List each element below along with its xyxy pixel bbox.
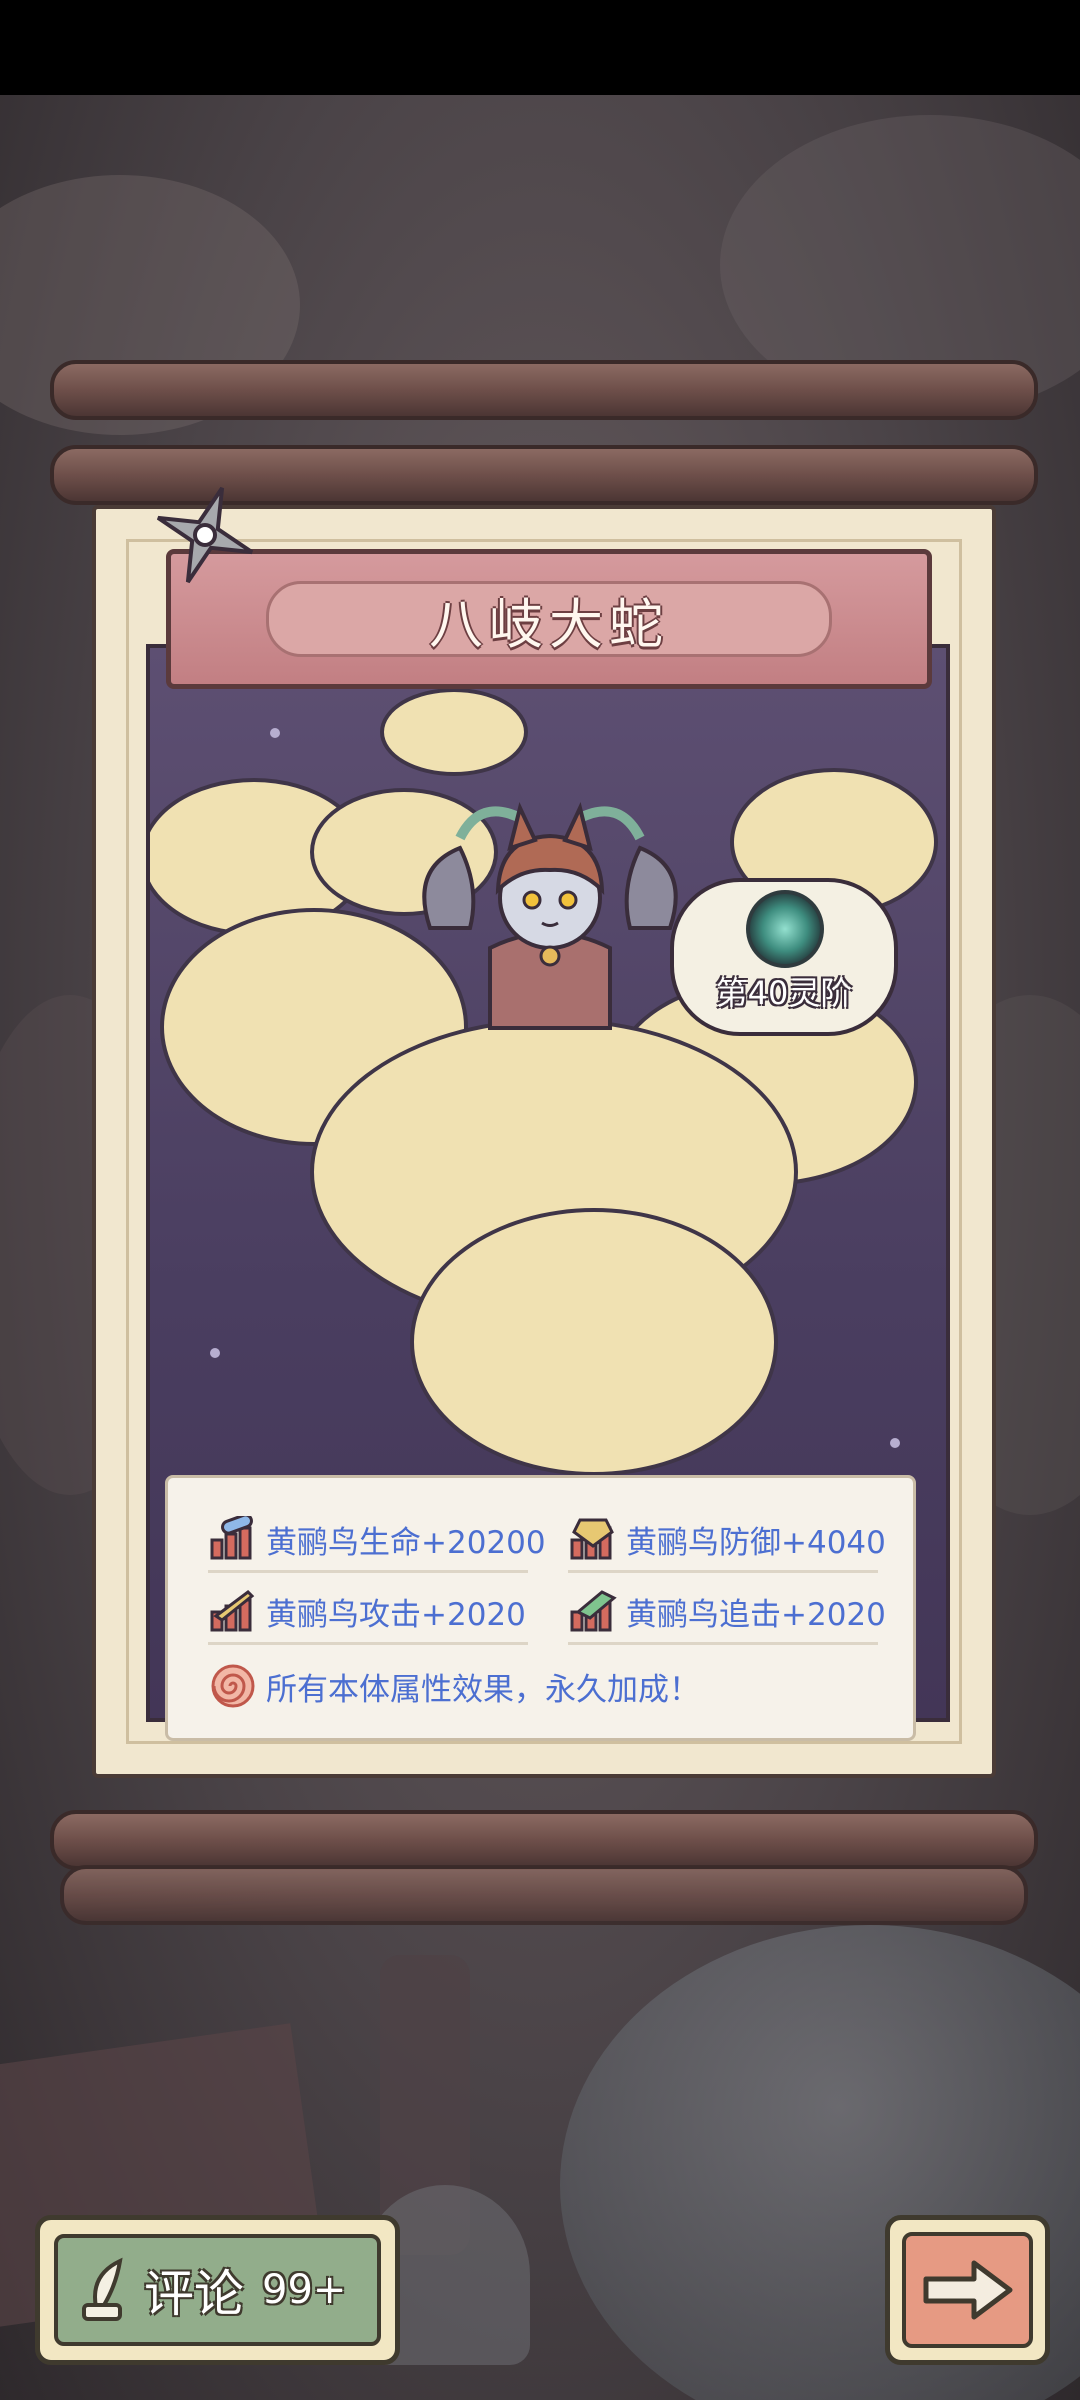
- stat-defense: 黄鹂鸟防御+4040: [568, 1516, 886, 1562]
- tier-label: 第40灵阶: [715, 974, 853, 1012]
- defense-icon: [570, 1518, 614, 1560]
- stat-attack: 黄鹂鸟攻击+2020: [208, 1588, 526, 1634]
- stat-text: 黄鹂鸟防御+4040: [626, 1524, 886, 1561]
- pursuit-icon: [570, 1590, 617, 1632]
- stat-pursuit: 黄鹂鸟追击+2020: [568, 1588, 886, 1634]
- tier-badge: 第40灵阶: [670, 878, 898, 1036]
- scroll-roller-top: [50, 360, 1038, 420]
- divider: [568, 1570, 878, 1573]
- title-banner: 八岐大蛇: [166, 549, 932, 689]
- star-dot: [890, 1438, 900, 1448]
- comment-count: 99+: [262, 2267, 347, 2313]
- scroll-roller-bottom: [50, 1810, 1038, 1870]
- shuriken-icon: [156, 486, 254, 584]
- spirit-orb-icon: [746, 890, 824, 968]
- arrow-right-icon: [923, 2260, 1012, 2320]
- star-dot: [210, 1348, 220, 1358]
- attack-icon: [210, 1590, 255, 1632]
- comment-label: 评论: [144, 2265, 244, 2323]
- quill-icon: [82, 2257, 123, 2321]
- stat-text: 黄鹂鸟攻击+2020: [266, 1596, 526, 1633]
- card-title: 八岐大蛇: [429, 592, 669, 656]
- divider: [568, 1642, 878, 1645]
- next-button-face[interactable]: [902, 2232, 1033, 2348]
- stat-health: 黄鹂鸟生命+20200: [208, 1516, 546, 1562]
- stat-text: 黄鹂鸟追击+2020: [626, 1596, 886, 1633]
- title-plate: 八岐大蛇: [266, 581, 832, 657]
- divider: [208, 1642, 528, 1645]
- cloud-shape: [380, 688, 528, 776]
- stats-panel: 黄鹂鸟生命+20200 黄鹂鸟防御+4040 黄鹂鸟攻击+2020 黄鹂鸟追击+…: [165, 1475, 916, 1741]
- star-dot: [270, 728, 280, 738]
- stat-text: 黄鹂鸟生命+20200: [266, 1524, 546, 1561]
- spiral-icon: [211, 1664, 255, 1708]
- health-icon: [210, 1516, 253, 1560]
- stat-text: 所有本体属性效果，永久加成！: [266, 1671, 700, 1708]
- comment-button[interactable]: 评论 99+: [35, 2215, 400, 2365]
- stat-bonus-note: 所有本体属性效果，永久加成！: [208, 1663, 700, 1709]
- divider: [208, 1570, 528, 1573]
- cloud-shape: [410, 1208, 778, 1476]
- comment-button-face[interactable]: 评论 99+: [54, 2234, 381, 2346]
- next-button[interactable]: [885, 2215, 1050, 2365]
- orochi-character: [422, 802, 678, 1030]
- scroll-roller-bottom-back: [60, 1865, 1028, 1925]
